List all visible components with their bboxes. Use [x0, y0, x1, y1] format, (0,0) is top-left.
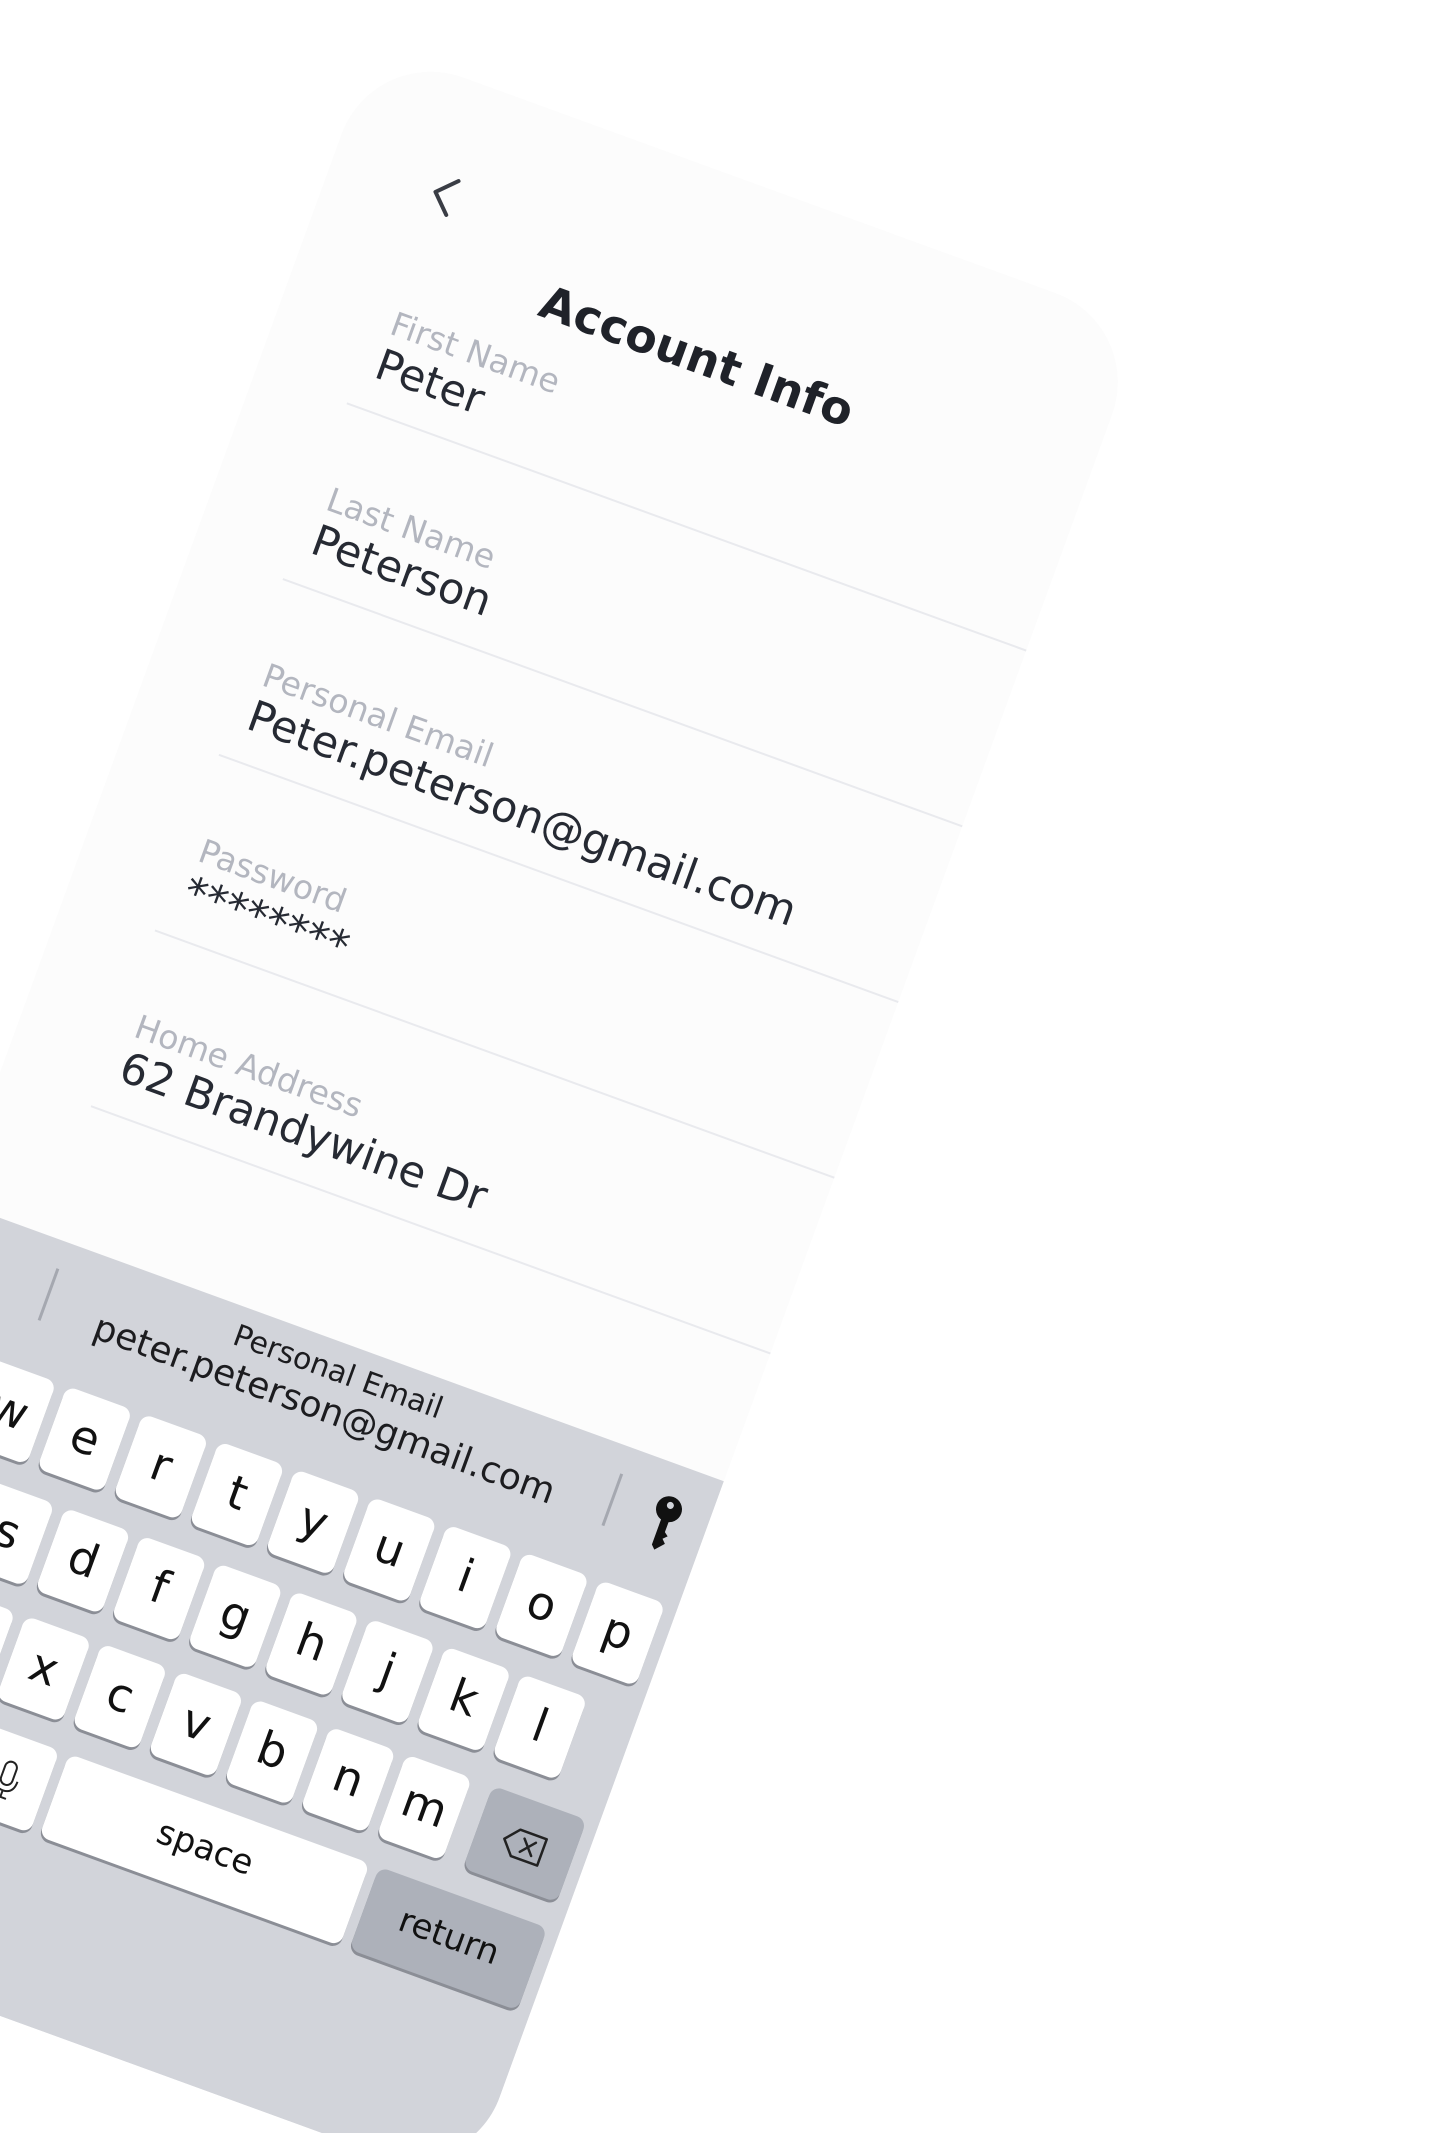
key-o[interactable]: o	[493, 1552, 590, 1659]
passwords-key-button[interactable]	[633, 1488, 695, 1559]
key-h[interactable]: h	[263, 1590, 360, 1698]
key-v[interactable]: v	[147, 1671, 244, 1778]
key-icon	[651, 1496, 683, 1550]
microphone-icon	[0, 1760, 19, 1800]
key-l[interactable]: l	[491, 1673, 588, 1781]
key-t[interactable]: t	[189, 1441, 285, 1548]
key-m[interactable]: m	[376, 1754, 473, 1861]
suggestion-divider-left	[37, 1268, 60, 1321]
key-i[interactable]: i	[417, 1524, 514, 1631]
key-r[interactable]: r	[112, 1413, 209, 1521]
key-p[interactable]: p	[569, 1579, 666, 1687]
key-u[interactable]: u	[341, 1496, 438, 1604]
chevron-left-icon	[433, 179, 461, 217]
delete-key[interactable]	[462, 1785, 587, 1903]
key-y[interactable]: y	[265, 1468, 362, 1576]
key-c[interactable]: c	[71, 1643, 168, 1750]
key-e[interactable]: e	[36, 1385, 133, 1493]
key-d[interactable]: d	[35, 1507, 131, 1615]
key-g[interactable]: g	[187, 1562, 284, 1670]
key-f[interactable]: f	[111, 1535, 208, 1642]
key-j[interactable]: j	[339, 1618, 436, 1726]
back-button[interactable]	[408, 158, 485, 235]
key-b[interactable]: b	[224, 1698, 320, 1806]
key-k[interactable]: k	[415, 1646, 512, 1753]
keyboard: Personal Email peter.peterson@gmail.com …	[0, 1200, 724, 2133]
delete-icon	[503, 1827, 549, 1867]
phone-screen: Account Info First Name Peter Last Name …	[0, 45, 1145, 2133]
key-n[interactable]: n	[300, 1726, 397, 1834]
suggestion-divider-right	[601, 1473, 624, 1527]
stage: Account Info First Name Peter Last Name …	[0, 0, 1455, 2133]
